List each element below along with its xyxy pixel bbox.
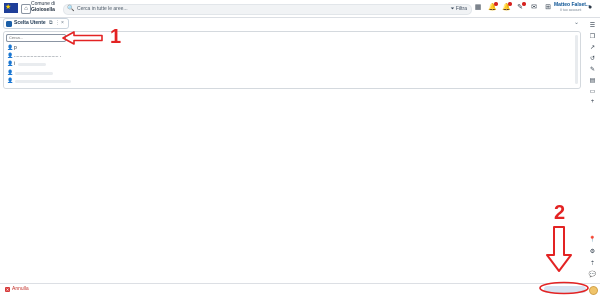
home-icon[interactable]: ⌂ xyxy=(21,4,31,14)
trend-icon[interactable]: ↗ xyxy=(588,44,597,53)
list-item-label: p xyxy=(14,45,17,51)
settings-icon[interactable]: ⚙ xyxy=(588,248,597,257)
comment-icon[interactable]: ▭ xyxy=(588,88,597,97)
annotation-arrow-down xyxy=(546,226,572,272)
redacted-text xyxy=(15,79,71,83)
user-icon: 👤 xyxy=(7,78,14,84)
tab-app-icon xyxy=(6,20,12,27)
annotation-ellipse xyxy=(539,281,589,295)
list-item[interactable]: 👤 xyxy=(4,77,576,86)
edit-badge xyxy=(522,2,526,6)
cancel-button[interactable]: Annulla xyxy=(12,286,29,293)
user-subtitle: Il tuo account xyxy=(560,8,582,12)
tab-bar: Scelta Utente ⧉ ⋮ × xyxy=(0,17,580,29)
tab-restore-icon[interactable]: ⧉ xyxy=(49,19,53,28)
user-icon: 👤 xyxy=(7,70,14,76)
search-icon: 🔍 xyxy=(67,6,75,12)
organization-name[interactable]: Comune di Gioiosella xyxy=(31,1,55,13)
list-item[interactable]: 👤 i xyxy=(4,60,576,69)
panel-scrollbar[interactable] xyxy=(575,35,578,84)
tools-icon[interactable]: ✎ xyxy=(588,66,597,75)
assistant-icon[interactable] xyxy=(589,286,598,295)
filter-label: Filtra xyxy=(455,6,467,12)
layout-icon[interactable]: ⊞ xyxy=(544,4,552,12)
user-search-input[interactable] xyxy=(6,34,66,42)
document-icon[interactable]: ▤ xyxy=(588,77,597,86)
eu-flag-icon: ★ xyxy=(4,3,18,13)
cancel-icon: ✕ xyxy=(5,287,10,292)
upload-icon[interactable]: ⇡ xyxy=(588,260,597,269)
user-icon: 👤 xyxy=(7,61,14,67)
tab-close-icon[interactable]: × xyxy=(61,19,64,28)
notifications-icon[interactable]: 🔔 xyxy=(488,2,498,12)
add-icon[interactable]: + xyxy=(588,98,597,107)
copy-icon[interactable]: ❐ xyxy=(588,33,597,42)
history-icon[interactable]: ↺ xyxy=(588,55,597,64)
user-avatar-icon[interactable]: ● xyxy=(588,4,595,11)
edit-icon[interactable]: ✎ xyxy=(516,2,526,12)
top-header: ★ ⌂ Comune di Gioiosella 🔍 Cerca in tutt… xyxy=(0,0,600,18)
alert-badge xyxy=(508,2,512,6)
list-icon[interactable]: ☰ xyxy=(588,22,597,31)
apps-grid-icon[interactable]: ▦ xyxy=(474,4,482,12)
annotation-number-1: 1 xyxy=(110,26,122,48)
footer-bar: ✕ Annulla xyxy=(0,283,600,296)
user-icon: 👤 xyxy=(7,45,14,51)
redacted-text xyxy=(18,62,46,66)
annotation-number-2: 2 xyxy=(554,202,566,224)
list-item-label: i xyxy=(14,61,16,67)
annotation-arrow-left xyxy=(62,31,103,45)
list-item-label: ................................ . xyxy=(14,53,62,59)
redacted-text xyxy=(15,71,53,75)
mail-icon[interactable]: ✉ xyxy=(530,4,538,12)
chat-icon[interactable]: 💬 xyxy=(588,271,597,280)
alerts-icon[interactable]: 🔔 xyxy=(502,2,512,12)
organization-line2: Gioiosella xyxy=(31,6,55,13)
location-icon[interactable]: 📍 xyxy=(588,236,597,245)
collapse-chevron-icon[interactable]: ⌄ xyxy=(574,19,579,26)
user-icon: 👤 xyxy=(7,53,14,59)
tab-menu-icon[interactable]: ⋮ xyxy=(55,19,60,28)
global-search[interactable]: 🔍 Cerca in tutte le aree... ⏷ Filtra xyxy=(63,4,472,15)
filter-button[interactable]: ⏷ Filtra xyxy=(450,5,467,14)
notification-badge xyxy=(494,2,498,6)
tab-scelta-utente[interactable]: Scelta Utente ⧉ ⋮ × xyxy=(3,18,69,29)
tab-label: Scelta Utente xyxy=(14,20,46,26)
global-search-placeholder: Cerca in tutte le aree... xyxy=(77,6,128,12)
